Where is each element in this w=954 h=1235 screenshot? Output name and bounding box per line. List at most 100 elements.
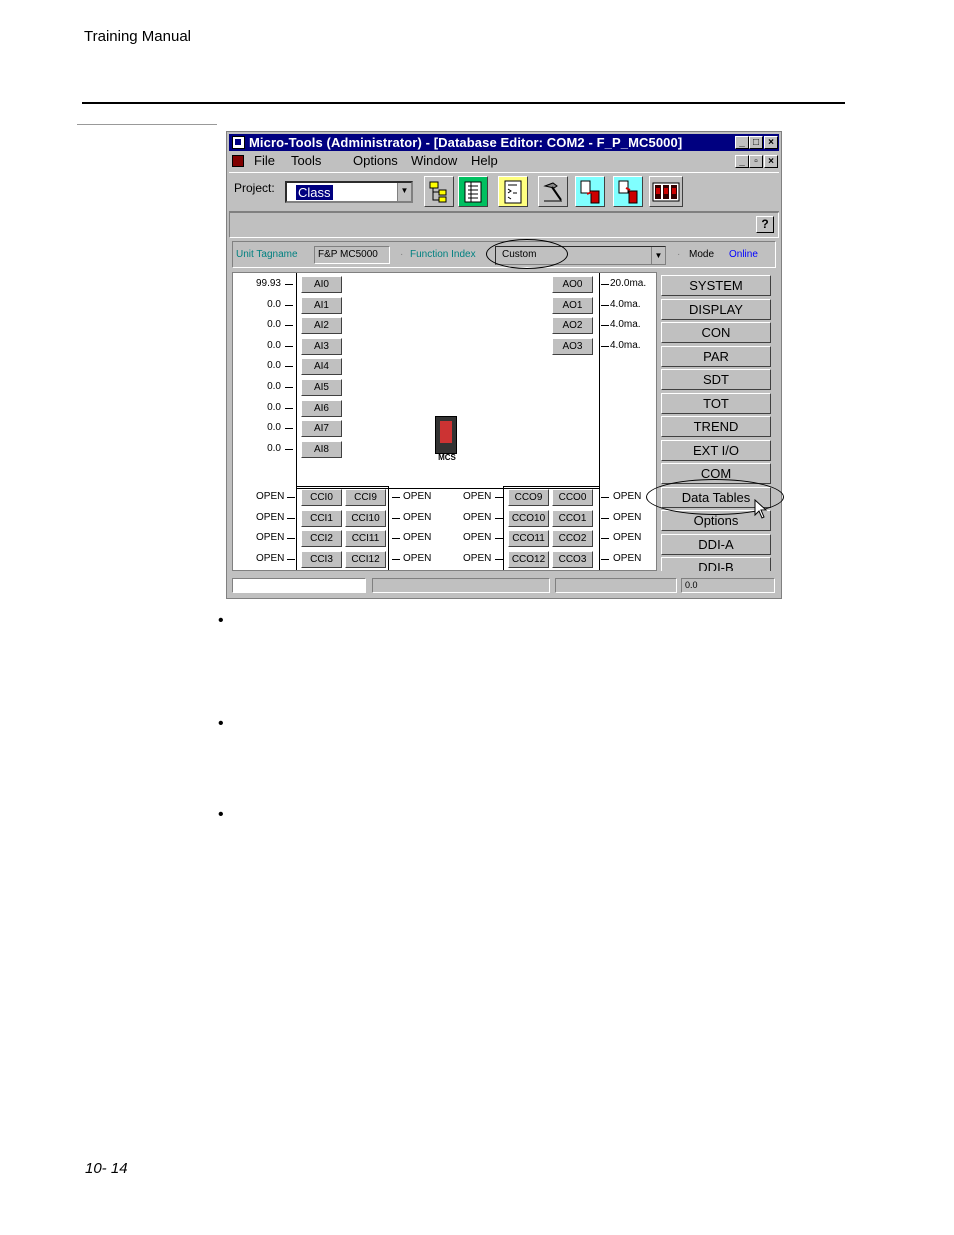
side-button-ddi-a[interactable]: DDI-A	[661, 533, 771, 555]
ai-button-ai2[interactable]: AI2	[301, 317, 342, 335]
side-button-sdt[interactable]: SDT	[661, 369, 771, 390]
toolbar: Project: Class ▼	[229, 172, 779, 212]
ai-button-ai1[interactable]: AI1	[301, 296, 342, 314]
database-editor-button[interactable]	[458, 176, 488, 207]
cci-button[interactable]: CCI2	[301, 530, 342, 548]
menu-file[interactable]: File	[254, 153, 275, 168]
cco-button[interactable]: CCO9	[508, 489, 549, 506]
ao-button-ao3[interactable]: AO3	[552, 337, 593, 355]
connector-line	[601, 325, 609, 327]
bullet-point: •	[218, 612, 224, 629]
cci-button[interactable]: CCI1	[301, 509, 342, 527]
cco-button[interactable]: CCO2	[552, 530, 593, 548]
separator-dot: ·	[677, 249, 681, 260]
cci-value: OPEN	[256, 511, 285, 523]
side-button-tot[interactable]: TOT	[661, 392, 771, 414]
project-tree-button[interactable]	[424, 176, 454, 207]
cco-button[interactable]: CCO3	[552, 550, 593, 568]
connector-line	[392, 558, 400, 560]
ai-value: 0.0	[267, 422, 281, 434]
cci-button[interactable]: CCI0	[301, 489, 342, 506]
connector-line	[285, 366, 293, 368]
ao-button-ao0[interactable]: AO0	[552, 276, 593, 293]
ao-value: 4.0ma.	[610, 319, 641, 331]
status-value: 0.0	[681, 578, 775, 593]
code-document-icon	[504, 180, 522, 203]
cci-value: OPEN	[403, 532, 432, 544]
ai-button-ai0[interactable]: AI0	[301, 276, 342, 293]
micro-tools-window: Micro-Tools (Administrator) - [Database …	[226, 131, 784, 599]
connector-line	[392, 497, 400, 498]
connector-line	[287, 517, 295, 519]
child-close-icon[interactable]: ×	[764, 155, 778, 168]
table-icon	[464, 181, 482, 202]
cci-button[interactable]: CCI9	[345, 489, 386, 506]
download-button[interactable]	[575, 176, 605, 207]
menu-bar: File Tools Options Window Help _ ▫ ×	[229, 152, 779, 170]
unit-info-bar: Unit Tagname F&P MC5000 · Function Index…	[232, 239, 776, 269]
connector-line	[287, 538, 295, 540]
menu-tools[interactable]: Tools	[291, 153, 321, 168]
title-bar[interactable]: Micro-Tools (Administrator) - [Database …	[229, 134, 779, 151]
help-button[interactable]: ?	[756, 216, 774, 233]
connector-line	[285, 304, 293, 306]
connector-line	[495, 497, 503, 498]
rack-button[interactable]	[649, 176, 683, 207]
cco-value: OPEN	[463, 552, 492, 564]
close-icon[interactable]: ×	[764, 136, 778, 149]
upload-button[interactable]	[613, 176, 643, 207]
connector-line	[601, 497, 609, 498]
side-button-display[interactable]: DISPLAY	[661, 298, 771, 320]
ai-value: 0.0	[267, 319, 281, 331]
mouse-cursor-icon	[754, 499, 768, 519]
minimize-icon[interactable]: _	[735, 136, 749, 149]
build-tools-button[interactable]	[538, 176, 568, 207]
ai-button-ai8[interactable]: AI8	[301, 440, 342, 458]
cci-button[interactable]: CCI12	[345, 550, 386, 568]
cco-value: OPEN	[463, 511, 492, 523]
cci-button[interactable]: CCI3	[301, 550, 342, 568]
ai-button-ai7[interactable]: AI7	[301, 420, 342, 438]
menu-options[interactable]: Options	[353, 153, 398, 168]
ai-button-ai3[interactable]: AI3	[301, 337, 342, 355]
connector-line	[601, 558, 609, 560]
program-button[interactable]	[498, 176, 528, 207]
ai-button-ai6[interactable]: AI6	[301, 399, 342, 417]
cco-button[interactable]: CCO0	[552, 489, 593, 506]
menu-window[interactable]: Window	[411, 153, 457, 168]
cco-button[interactable]: CCO11	[508, 530, 549, 548]
chevron-down-icon[interactable]: ▼	[397, 183, 411, 201]
connector-line	[601, 284, 609, 285]
ao-button-ao2[interactable]: AO2	[552, 317, 593, 335]
side-button-system[interactable]: SYSTEM	[661, 275, 771, 296]
cci-button[interactable]: CCI10	[345, 509, 386, 527]
unit-tagname-field[interactable]: F&P MC5000	[314, 246, 390, 264]
menu-help[interactable]: Help	[471, 153, 498, 168]
mcs-device-icon[interactable]: MCS	[433, 416, 461, 462]
ai-value: 0.0	[267, 442, 281, 454]
cco-button[interactable]: CCO1	[552, 509, 593, 527]
document-icon[interactable]	[232, 155, 244, 167]
app-icon[interactable]	[232, 136, 245, 149]
download-device-icon	[580, 180, 600, 203]
connector-line	[392, 538, 400, 540]
chevron-down-icon[interactable]: ▼	[651, 247, 665, 264]
side-button-par[interactable]: PAR	[661, 345, 771, 367]
side-button-con[interactable]: CON	[661, 322, 771, 343]
cci-button[interactable]: CCI11	[345, 530, 386, 548]
side-button-trend[interactable]: TREND	[661, 416, 771, 437]
side-button-ext-i-o[interactable]: EXT I/O	[661, 439, 771, 461]
connector-line	[285, 387, 293, 388]
child-minimize-icon[interactable]: _	[735, 155, 749, 168]
ao-button-ao1[interactable]: AO1	[552, 296, 593, 314]
cco-button[interactable]: CCO12	[508, 550, 549, 568]
cci-value: OPEN	[403, 511, 432, 523]
connector-line	[601, 304, 609, 306]
maximize-icon[interactable]: □	[749, 136, 763, 149]
child-restore-icon[interactable]: ▫	[749, 155, 763, 168]
ai-button-ai4[interactable]: AI4	[301, 358, 342, 376]
project-select[interactable]: Class ▼	[285, 181, 413, 203]
ai-button-ai5[interactable]: AI5	[301, 379, 342, 396]
cco-button[interactable]: CCO10	[508, 509, 549, 527]
side-button-ddi-b[interactable]: DDI-B	[661, 557, 771, 571]
